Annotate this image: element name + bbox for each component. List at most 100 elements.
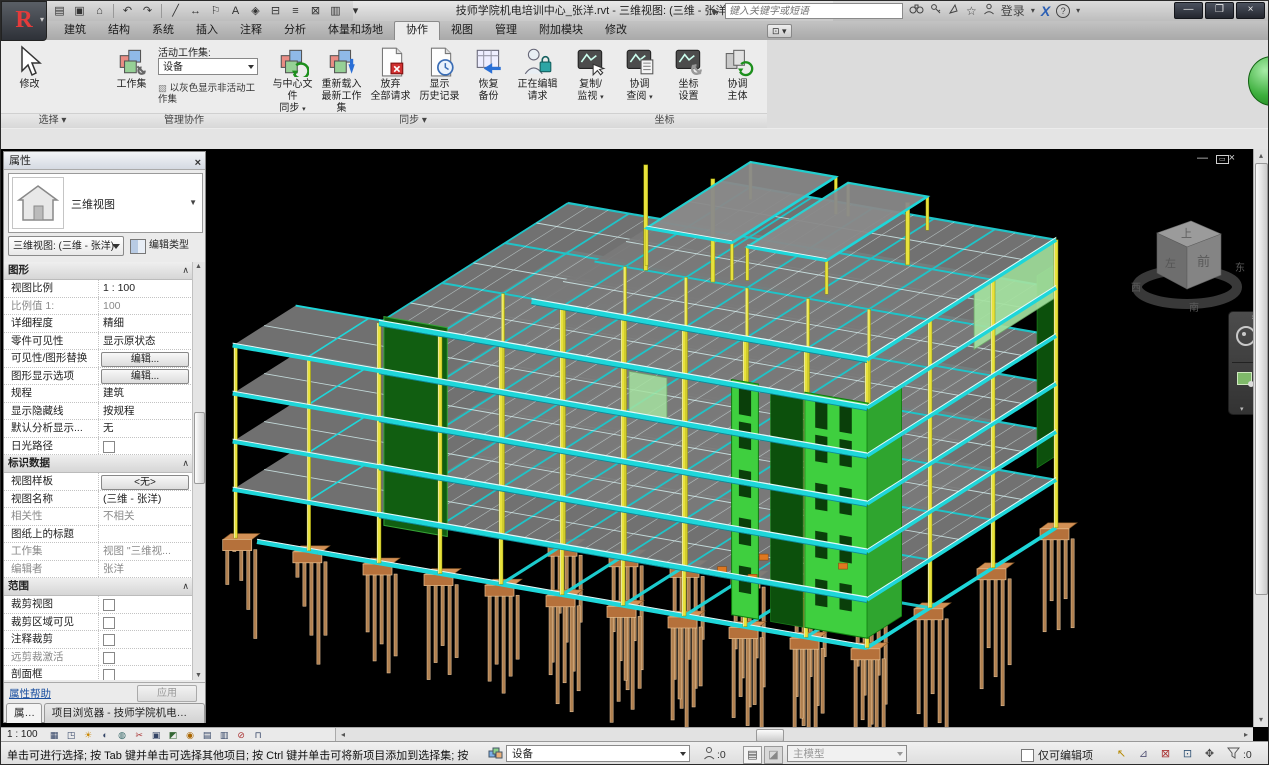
open-icon[interactable]: ▤: [51, 3, 68, 19]
coordination-host-button[interactable]: 协调主体: [713, 42, 762, 114]
filter-icon[interactable]: [1225, 746, 1242, 762]
property-value[interactable]: <无>: [99, 473, 195, 490]
navigation-bar[interactable]: × ▾: [1228, 311, 1253, 415]
property-value[interactable]: 张洋: [99, 561, 195, 578]
tab-结构[interactable]: 结构: [97, 21, 141, 40]
redo-icon[interactable]: ↷: [139, 3, 156, 19]
coordinates-button[interactable]: 坐标设置: [664, 42, 713, 114]
worksets-status-icon[interactable]: [487, 746, 504, 762]
property-checkbox[interactable]: [103, 441, 115, 453]
favorites-icon[interactable]: ☆: [966, 3, 977, 19]
tab-视图[interactable]: 视图: [440, 21, 484, 40]
horizontal-scrollbar[interactable]: ◂ ▸: [336, 727, 1253, 742]
restore-backup-button[interactable]: 恢复备份: [464, 42, 513, 114]
property-value[interactable]: 无: [99, 420, 195, 437]
modify-button[interactable]: 修改: [5, 42, 54, 114]
copy-monitor-button[interactable]: 复制/监视 ▾: [566, 42, 615, 114]
steering-wheel-icon[interactable]: [1236, 326, 1253, 346]
tab-分析[interactable]: 分析: [273, 21, 317, 40]
property-checkbox[interactable]: [103, 617, 115, 629]
vertical-scrollbar-thumb[interactable]: [1255, 163, 1268, 595]
property-checkbox[interactable]: [103, 634, 115, 646]
measure-icon[interactable]: ╱: [167, 3, 184, 19]
close-button[interactable]: ×: [1236, 2, 1265, 19]
property-value[interactable]: [99, 438, 195, 455]
aligned-dimension-icon[interactable]: ↔: [187, 3, 204, 19]
property-edit-button[interactable]: <无>: [101, 475, 189, 490]
property-edit-button[interactable]: 编辑...: [101, 369, 189, 384]
gray-inactive-worksets-toggle[interactable]: ▧ 以灰色显示非活动工作集: [158, 83, 262, 105]
tab-管理[interactable]: 管理: [484, 21, 528, 40]
minimize-button[interactable]: —: [1174, 2, 1203, 19]
properties-close-icon[interactable]: ×: [195, 154, 201, 172]
editable-only-checkbox[interactable]: [1021, 749, 1034, 762]
crop-view-icon[interactable]: ✂: [133, 729, 146, 741]
property-checkbox[interactable]: [103, 599, 115, 611]
help-icon[interactable]: ?: [1056, 4, 1070, 18]
thin-lines-icon[interactable]: ≡: [287, 3, 304, 19]
property-value[interactable]: 显示原状态: [99, 333, 195, 350]
reveal-hidden-icon[interactable]: ◉: [184, 729, 197, 741]
active-workset-combo[interactable]: 设备: [158, 58, 258, 75]
user-icon[interactable]: [983, 3, 995, 19]
worksets-button[interactable]: 工作集: [107, 42, 156, 114]
constraints-icon[interactable]: ⊓: [252, 729, 265, 741]
property-value[interactable]: 不相关: [99, 508, 195, 525]
restore-button[interactable]: ❐: [1205, 2, 1234, 19]
section-icon[interactable]: ⊟: [267, 3, 284, 19]
property-value[interactable]: [99, 526, 195, 543]
view-cube[interactable]: 西 南 东 上 前 左: [1129, 201, 1249, 321]
property-value[interactable]: [99, 596, 195, 613]
tag-icon[interactable]: ⚐: [207, 3, 224, 19]
show-history-button[interactable]: 显示历史记录: [415, 42, 464, 114]
customize-qat-icon[interactable]: ▾: [347, 3, 364, 19]
edit-type-button[interactable]: 编辑类型: [130, 236, 189, 256]
tab-修改[interactable]: 修改: [594, 21, 638, 40]
navbar-more-icon[interactable]: ▾: [1240, 405, 1244, 413]
workset-status-combo[interactable]: 设备: [506, 745, 690, 762]
property-checkbox[interactable]: [103, 669, 115, 680]
search-icon[interactable]: [909, 3, 924, 19]
tab-系统[interactable]: 系统: [141, 21, 185, 40]
photo-render-icon[interactable]: ◍: [116, 729, 129, 741]
property-value[interactable]: 1 : 100: [99, 280, 195, 297]
property-value[interactable]: 视图 "三维视...: [99, 543, 195, 560]
search-input[interactable]: [725, 3, 903, 19]
tab-体量和场地[interactable]: 体量和场地: [317, 21, 394, 40]
infocenter-expander[interactable]: ▸: [713, 3, 719, 19]
sync-central-button[interactable]: 与中心文件同步 ▾: [268, 42, 317, 114]
temporary-hide-isolate-icon[interactable]: ◩: [167, 729, 180, 741]
vertical-scrollbar[interactable]: ▴ ▾: [1253, 149, 1269, 727]
design-options-icon[interactable]: ◪: [764, 746, 783, 764]
panel-label-select[interactable]: 选择 ▾: [1, 113, 104, 128]
property-value[interactable]: 100: [99, 298, 195, 315]
switch-windows-icon[interactable]: ▥: [327, 3, 344, 19]
property-value[interactable]: (三维 - 张洋): [99, 491, 195, 508]
exchange-apps-icon[interactable]: X: [1041, 3, 1050, 19]
sync-with-central-icon[interactable]: ⌂: [91, 3, 108, 19]
properties-help-link[interactable]: 属性帮助: [9, 686, 51, 701]
tab-注释[interactable]: 注释: [229, 21, 273, 40]
properties-header[interactable]: 属性 ×: [4, 152, 205, 170]
default-3d-view-icon[interactable]: ◈: [247, 3, 264, 19]
tab-附加模块[interactable]: 附加模块: [528, 21, 594, 40]
property-checkbox[interactable]: [103, 652, 115, 664]
view-minimize-icon[interactable]: —: [1197, 152, 1216, 164]
coordination-review-button[interactable]: 协调查阅 ▾: [615, 42, 664, 114]
tab-建筑[interactable]: 建筑: [53, 21, 97, 40]
properties-scrollbar[interactable]: ▲ ▼: [192, 262, 205, 680]
select-by-face-icon[interactable]: ⊡: [1179, 746, 1196, 762]
property-value[interactable]: [99, 666, 195, 680]
subscription-icon[interactable]: [930, 3, 942, 19]
apply-button[interactable]: 应用: [137, 685, 197, 702]
application-menu-button[interactable]: R▾: [1, 1, 47, 41]
close-hidden-windows-icon[interactable]: ⊠: [307, 3, 324, 19]
temporary-view-properties-icon[interactable]: ▥: [218, 729, 231, 741]
tab-插入[interactable]: 插入: [185, 21, 229, 40]
reload-latest-button[interactable]: 重新载入最新工作集: [317, 42, 366, 114]
property-value[interactable]: [99, 649, 195, 666]
login-dropdown-icon[interactable]: ▾: [1031, 3, 1035, 19]
undo-icon[interactable]: ↶: [119, 3, 136, 19]
property-edit-button[interactable]: 编辑...: [101, 352, 189, 367]
tab-协作[interactable]: 协作: [394, 21, 440, 40]
